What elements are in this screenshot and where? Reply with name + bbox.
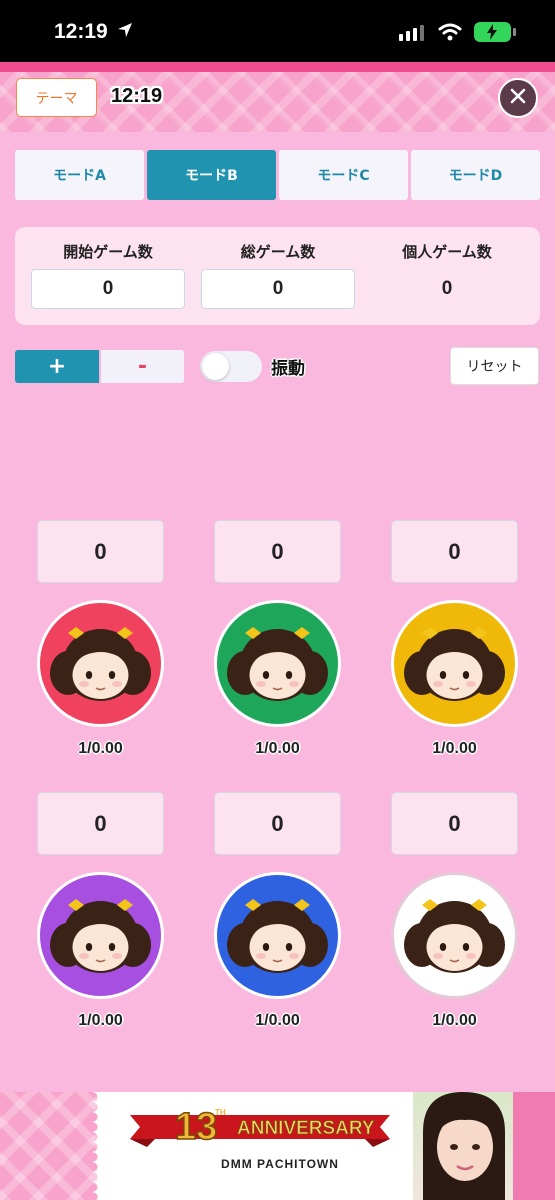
doll-face-icon [50, 627, 151, 701]
player-ratio: 1/0.00 [432, 740, 477, 757]
player-ratio: 1/0.00 [432, 1012, 477, 1029]
player-count-box[interactable]: 0 [214, 520, 341, 583]
start-games-group: 開始ゲーム数 0 [31, 241, 185, 309]
tab-mode-d[interactable]: モードD [411, 150, 540, 200]
player-count-box[interactable]: 0 [214, 792, 341, 855]
player-avatar-button[interactable] [37, 600, 164, 727]
player-count-box[interactable]: 0 [37, 520, 164, 583]
player-ratio: 1/0.00 [255, 740, 300, 757]
tab-mode-b[interactable]: モードB [147, 150, 276, 200]
doll-face-icon [404, 627, 505, 701]
signal-icon [399, 25, 424, 41]
player-avatar-button[interactable] [391, 872, 518, 999]
banner-subtitle: DMM PACHITOWN [221, 1157, 339, 1171]
wifi-icon [438, 23, 462, 45]
player-count-box[interactable]: 0 [37, 792, 164, 855]
svg-text:13: 13 [175, 1106, 217, 1148]
reset-button[interactable]: リセット [450, 347, 539, 385]
tab-mode-c[interactable]: モードC [279, 150, 408, 200]
close-button[interactable] [498, 78, 538, 118]
svg-text:TH: TH [215, 1108, 226, 1117]
vibration-label: 振動 [271, 359, 305, 379]
theme-button[interactable]: テーマ [16, 78, 97, 117]
player-avatar-button[interactable] [391, 600, 518, 727]
banner-edge [513, 1092, 555, 1200]
game-counters-panel: 開始ゲーム数 0 総ゲーム数 0 個人ゲーム数 0 [15, 227, 540, 325]
header-strip [0, 62, 555, 72]
personal-games-value: 0 [441, 278, 453, 299]
location-arrow-icon [117, 22, 133, 42]
player-avatar-button[interactable] [214, 600, 341, 727]
increment-button[interactable]: + [15, 350, 99, 383]
start-games-input[interactable]: 0 [31, 269, 185, 309]
personal-games-label: 個人ゲーム数 [402, 243, 492, 261]
player-count-box[interactable]: 0 [391, 792, 518, 855]
svg-text:ANNIVERSARY: ANNIVERSARY [237, 1118, 375, 1139]
personal-games-group: 個人ゲーム数 0 [370, 241, 524, 309]
player-avatar-button[interactable] [37, 872, 164, 999]
header-clock: 12:19 [111, 85, 163, 107]
battery-cap [513, 28, 516, 36]
decrement-button[interactable]: - [101, 350, 184, 383]
charging-bolt-icon [484, 24, 500, 44]
total-games-input[interactable]: 0 [201, 269, 355, 309]
toggle-knob [202, 353, 229, 380]
close-icon [510, 88, 526, 108]
start-games-label: 開始ゲーム数 [63, 243, 153, 261]
banner-photo [413, 1092, 513, 1200]
mode-tabs: モードA モードB モードC モードD [15, 150, 540, 200]
player-ratio: 1/0.00 [78, 1012, 123, 1029]
player-count-box[interactable]: 0 [391, 520, 518, 583]
status-time: 12:19 [54, 20, 108, 43]
doll-face-icon [227, 627, 328, 701]
tab-mode-a[interactable]: モードA [15, 150, 144, 200]
player-avatar-button[interactable] [214, 872, 341, 999]
total-games-label: 総ゲーム数 [240, 243, 316, 261]
total-games-group: 総ゲーム数 0 [201, 241, 355, 309]
status-bar: 12:19 [0, 0, 555, 62]
player-ratio: 1/0.00 [255, 1012, 300, 1029]
doll-face-icon [404, 899, 505, 973]
player-ratio: 1/0.00 [78, 740, 123, 757]
doll-face-icon [227, 899, 328, 973]
anniversary-logo-icon: 13 TH ANNIVERSARY [130, 1105, 390, 1149]
doll-face-icon [50, 899, 151, 973]
vibration-toggle[interactable] [200, 351, 262, 382]
